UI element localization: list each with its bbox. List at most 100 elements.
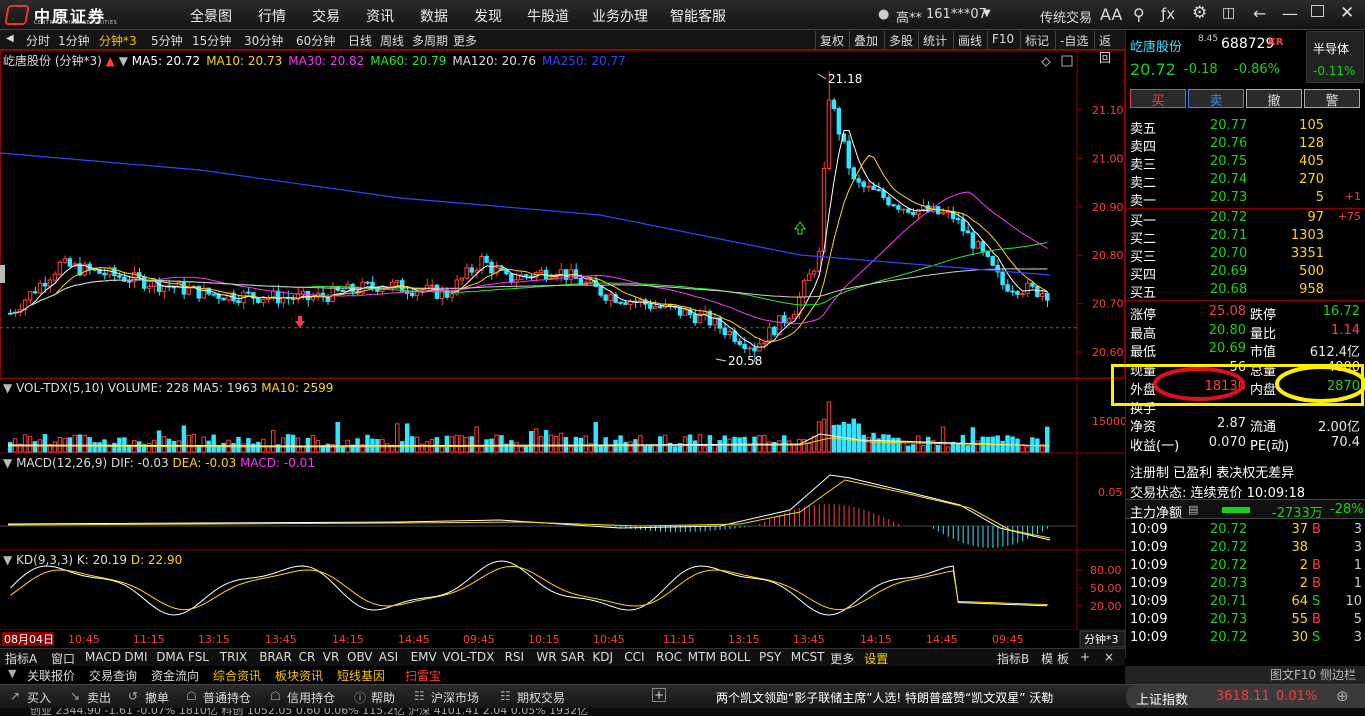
toolbar-button[interactable]: 统计 <box>918 31 951 49</box>
quick-trade-button[interactable]: 帮助 <box>371 689 395 706</box>
indicator-tab[interactable]: ROC <box>656 650 682 664</box>
info-tab[interactable]: 扫雷宝 <box>405 667 441 684</box>
indicator-right-tab[interactable]: 指标B <box>997 650 1029 667</box>
order-action-button[interactable]: 撤 <box>1246 89 1302 109</box>
quick-trade-button[interactable]: 买入 <box>27 689 51 706</box>
indicator-tab[interactable]: ASI <box>379 650 398 664</box>
account-number[interactable]: 161***07 <box>926 7 987 22</box>
fx-icon[interactable]: ƒx <box>1161 5 1175 23</box>
scroll-left-icon[interactable]: + <box>1080 650 1090 664</box>
indicator-tab[interactable]: 更多 <box>830 650 854 667</box>
indicator-tab[interactable]: DMI <box>124 650 147 664</box>
toolbar-button[interactable]: 多股 <box>884 31 917 49</box>
quick-trade-button[interactable]: 期权交易 <box>517 689 565 706</box>
add-icon[interactable]: + <box>652 688 666 702</box>
search-icon[interactable]: ⚲ <box>1133 5 1145 24</box>
main-net-row[interactable]: 主力净额 ▤ -2733万 -28% <box>1126 499 1365 521</box>
indicator-tab[interactable]: OBV <box>347 650 373 664</box>
indicator-tab[interactable]: KDJ <box>592 650 613 664</box>
font-size-button[interactable]: AA <box>1100 5 1122 24</box>
menu-item[interactable]: 业务办理 <box>592 6 648 26</box>
indicator-tab[interactable]: 窗口 <box>51 650 75 667</box>
quick-trade-button[interactable]: 信用持仓 <box>287 689 335 706</box>
info-tab[interactable]: 短线基因 <box>337 667 385 684</box>
quick-trade-button[interactable]: 沪深市场 <box>431 689 479 706</box>
dropdown-circle-icon[interactable]: ▼ <box>3 456 12 470</box>
indicator-tab[interactable]: BOLL <box>720 650 751 664</box>
kd-indicator-name[interactable]: KD(9,3,3) <box>16 553 73 567</box>
indicator-right-tab[interactable]: 模 <box>1041 650 1053 667</box>
news-ticker[interactable]: 两个凯文领跑“影子联储主席”人选! 特朗普盛赞“凯文双星” 沃勒 <box>716 689 1078 706</box>
toolbar-button[interactable]: 标记 <box>1020 31 1053 49</box>
indicator-tab[interactable]: MTM <box>688 650 716 664</box>
indicator-tab[interactable]: SAR <box>561 650 585 664</box>
menu-item[interactable]: 资讯 <box>366 6 394 26</box>
quick-trade-button[interactable]: 普通持仓 <box>203 689 251 706</box>
period-6[interactable]: 60分钟 <box>296 32 335 49</box>
shirt-icon[interactable]: ◫ <box>1222 5 1235 21</box>
period-10[interactable]: 更多 <box>453 32 477 49</box>
menu-icon[interactable]: ▤ <box>1188 503 1198 516</box>
menu-item[interactable]: 全景图 <box>190 6 232 26</box>
period-3[interactable]: 5分钟 <box>151 32 183 49</box>
sector-box[interactable]: 半导体 -0.11% <box>1306 31 1364 83</box>
order-action-button[interactable]: 警 <box>1304 89 1360 109</box>
dropdown-circle-icon[interactable]: ▼ <box>119 54 128 68</box>
period-2[interactable]: 分钟*3 <box>99 32 137 49</box>
indicator-tab[interactable]: TRIX <box>220 650 247 664</box>
period-7[interactable]: 日线 <box>348 32 372 49</box>
indicator-tab[interactable]: CCI <box>624 650 644 664</box>
info-tab[interactable]: 关联报价 <box>27 667 75 684</box>
period-9[interactable]: 多周期 <box>412 32 448 49</box>
period-1[interactable]: 1分钟 <box>58 32 90 49</box>
indicator-tab[interactable]: PSY <box>759 650 781 664</box>
toolbar-button[interactable]: 复权 <box>815 31 848 49</box>
scroll-right-icon[interactable]: × <box>1104 650 1114 664</box>
collapse-icon[interactable]: ⊕ <box>1336 687 1349 705</box>
indicator-tab[interactable]: CR <box>299 650 316 664</box>
indicator-tab[interactable]: WR <box>536 650 556 664</box>
macd-indicator-name[interactable]: MACD(12,26,9) <box>16 456 107 470</box>
order-action-button[interactable]: 买 <box>1130 89 1186 109</box>
menu-item[interactable]: 牛股道 <box>527 6 569 26</box>
index-widget[interactable]: 上证指数 3618.11 0.01% ⊕ <box>1126 685 1365 709</box>
period-4[interactable]: 15分钟 <box>192 32 231 49</box>
info-tab[interactable]: 资金流向 <box>151 667 199 684</box>
period-0[interactable]: 分时 <box>26 32 50 49</box>
indicator-right-tab[interactable]: 板 <box>1057 650 1069 667</box>
dropdown-circle-icon[interactable]: ▼ <box>3 553 12 567</box>
menu-item[interactable]: 智能客服 <box>670 6 726 26</box>
trade-mode-button[interactable]: 传统交易 <box>1040 7 1092 26</box>
panel-tabs[interactable]: 图文F10 侧边栏 <box>1125 666 1365 684</box>
menu-item[interactable]: 发现 <box>474 6 502 26</box>
collapse-icon[interactable]: ◀ <box>6 33 14 44</box>
info-tab[interactable]: 板块资讯 <box>275 667 323 684</box>
stock-name[interactable]: 屹唐股份 <box>1130 36 1182 55</box>
indicator-tab[interactable]: MACD <box>85 650 121 664</box>
indicator-tab[interactable]: MCST <box>791 650 825 664</box>
quick-trade-button[interactable]: 撤单 <box>145 689 169 706</box>
volume-indicator-name[interactable]: VOL-TDX(5,10) <box>16 381 104 395</box>
menu-item[interactable]: 数据 <box>420 6 448 26</box>
menu-item[interactable]: 交易 <box>312 6 340 26</box>
indicator-tab[interactable]: EMV <box>411 650 437 664</box>
toolbar-button[interactable]: 叠加 <box>849 31 882 49</box>
indicator-tab[interactable]: BRAR <box>259 650 292 664</box>
indicator-tab[interactable]: VR <box>323 650 340 664</box>
back-icon[interactable]: ← <box>1253 4 1266 23</box>
close-icon[interactable]: ✕ <box>1340 3 1354 23</box>
maximize-icon[interactable] <box>1311 5 1324 17</box>
minimize-icon[interactable]: — <box>1282 4 1298 23</box>
indicator-tab[interactable]: DMA <box>156 650 184 664</box>
toolbar-button[interactable]: -自选 <box>1055 31 1092 49</box>
collapse-icon[interactable]: ▼ <box>8 667 16 680</box>
toolbar-button[interactable]: 返回 <box>1094 31 1125 65</box>
quick-trade-button[interactable]: 卖出 <box>87 689 111 706</box>
indicator-tab[interactable]: 指标A <box>5 650 37 667</box>
user-name[interactable]: 高** <box>896 7 922 26</box>
gear-icon[interactable]: ⚙ <box>1192 3 1207 23</box>
info-tab[interactable]: 综合资讯 <box>213 667 261 684</box>
indicator-tab[interactable]: FSL <box>188 650 209 664</box>
indicator-tab[interactable]: RSI <box>505 650 525 664</box>
toolbar-button[interactable]: F10 <box>987 31 1018 49</box>
